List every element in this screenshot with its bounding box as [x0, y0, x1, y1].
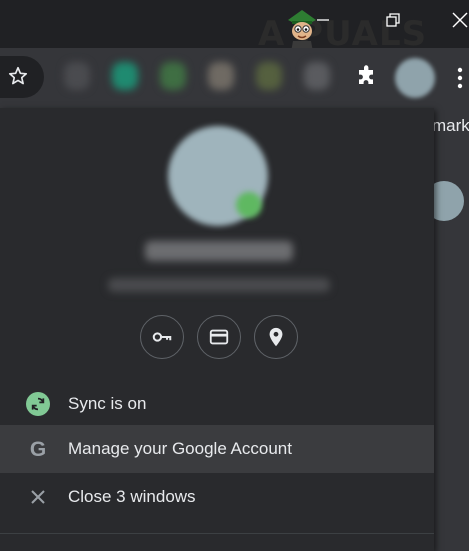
window-titlebar: A PUALS: [0, 0, 469, 54]
extension-icon[interactable]: [208, 62, 234, 90]
key-icon: [152, 332, 172, 342]
close-window-button[interactable]: [448, 8, 469, 32]
minimize-icon: [317, 19, 329, 21]
chrome-menu-button[interactable]: [452, 65, 468, 91]
manage-google-account-item[interactable]: G Manage your Google Account: [0, 425, 434, 473]
extension-icon[interactable]: [160, 62, 186, 90]
passwords-button[interactable]: [140, 315, 184, 359]
close-icon: [452, 12, 468, 28]
profile-email-blurred: [108, 278, 330, 292]
close-x-icon: [26, 485, 50, 509]
extension-icon[interactable]: [256, 62, 282, 90]
manage-account-label: Manage your Google Account: [68, 439, 292, 458]
restore-button[interactable]: [381, 8, 405, 32]
extensions-button[interactable]: [353, 64, 379, 90]
google-g-icon: G: [29, 437, 47, 461]
restore-icon: [386, 13, 400, 27]
credit-card-icon: [209, 329, 229, 345]
profile-menu-panel: Sync is on G Manage your Google Account …: [0, 108, 434, 551]
profile-avatar-button[interactable]: [395, 58, 435, 98]
puzzle-icon: [359, 65, 373, 84]
sync-status-item[interactable]: Sync is on: [0, 380, 434, 428]
sync-status-label: Sync is on: [68, 394, 147, 413]
sync-status-badge: [236, 192, 262, 218]
extension-icon[interactable]: [304, 62, 330, 90]
payment-methods-button[interactable]: [197, 315, 241, 359]
sync-icon: [26, 392, 50, 416]
bookmark-star-button[interactable]: [6, 64, 30, 88]
extension-icon[interactable]: [64, 62, 90, 90]
extension-icon[interactable]: [112, 62, 138, 90]
divider: [0, 533, 434, 534]
star-outline-icon: [8, 66, 28, 85]
minimize-button[interactable]: [311, 8, 335, 32]
location-pin-icon: [269, 327, 283, 347]
vertical-dots-icon: [457, 67, 463, 89]
close-windows-item[interactable]: Close 3 windows: [0, 473, 434, 521]
profile-name-blurred: [145, 241, 293, 261]
close-windows-label: Close 3 windows: [68, 487, 196, 506]
bookmarks-label[interactable]: marks: [432, 116, 469, 136]
addresses-button[interactable]: [254, 315, 298, 359]
browser-toolbar: [0, 48, 469, 108]
